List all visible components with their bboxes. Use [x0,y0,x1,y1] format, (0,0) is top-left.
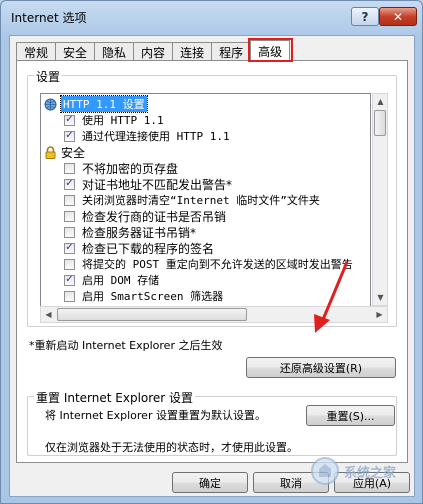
list-item-no-save-encrypted[interactable]: 不将加密的页存盘 [64,160,178,176]
tab-advanced[interactable]: 高级 [248,38,294,62]
vertical-scrollbar[interactable]: ▲ ▼ [372,93,388,306]
tab-programs[interactable]: 程序 [211,42,252,61]
list-item-post-redirect[interactable]: 将提交的 POST 重定向到不允许发送的区域时发出警告 [64,256,353,272]
scroll-left-arrow-icon[interactable]: ◀ [41,307,56,322]
tab-content[interactable]: 内容 [133,42,174,61]
list-item-label: 不将加密的页存盘 [82,161,179,176]
reset-description: 将 Internet Explorer 设置重置为默认设置。 [45,409,266,422]
reset-button[interactable]: 重置(S)... [306,405,395,426]
watermark: 系统之家 [310,456,396,486]
dialog-client-area: 常规 安全 隐私 内容 连接 程序 高级 设置 HTTP 1.1 设置 ✓ 使用… [9,35,415,497]
dialog-window: Internet 选项 ? ✕ 常规 安全 隐私 内容 连接 程序 高级 设置 … [0,0,423,504]
checkbox-unchecked[interactable] [64,210,75,222]
globe-icon [44,98,57,110]
restore-advanced-settings-button[interactable]: 还原高级设置(R) [246,357,396,378]
scroll-up-arrow-icon[interactable]: ▲ [373,94,388,109]
tab-connections[interactable]: 连接 [172,42,213,61]
horizontal-scroll-thumb[interactable] [57,308,247,321]
tab-privacy[interactable]: 隐私 [94,42,135,61]
list-item-security-header[interactable]: 安全 [44,144,85,160]
list-item-label: 对证书地址不匹配发出警告* [82,177,233,192]
close-button[interactable]: ✕ [379,7,417,26]
list-item-label: 启用 DOM 存储 [82,274,160,287]
reset-group-label: 重置 Internet Explorer 设置 [34,389,196,406]
checkbox-checked[interactable]: ✓ [64,130,75,142]
list-item-cert-mismatch[interactable]: ✓ 对证书地址不匹配发出警告* [64,176,232,192]
list-item-label: 安全 [61,145,86,160]
list-item-publisher-revocation[interactable]: 检查发行商的证书是否吊销 [64,208,226,224]
checkbox-checked[interactable]: ✓ [64,242,75,254]
watermark-text: 系统之家 [344,465,397,481]
settings-tree-list[interactable]: HTTP 1.1 设置 ✓ 使用 HTTP 1.1 ✓ 通过代理连接使用 HTT… [40,93,371,323]
checkbox-unchecked[interactable] [64,162,75,174]
settings-group: 设置 HTTP 1.1 设置 ✓ 使用 HTTP 1.1 ✓ 通过代理连接使用 … [27,68,397,327]
checkbox-unchecked[interactable] [64,258,75,270]
list-item-label: 通过代理连接使用 HTTP 1.1 [82,130,230,143]
list-item-proxy-http11[interactable]: ✓ 通过代理连接使用 HTTP 1.1 [64,128,230,144]
list-item-smartscreen[interactable]: 启用 SmartScreen 筛选器 [64,288,223,304]
checkbox-checked[interactable]: ✓ [64,114,75,126]
list-item-label: 启用 SmartScreen 筛选器 [82,290,224,303]
ok-button[interactable]: 确定 [172,472,248,493]
tab-strip: 常规 安全 隐私 内容 连接 程序 高级 [16,38,294,62]
advanced-tab-panel: 设置 HTTP 1.1 设置 ✓ 使用 HTTP 1.1 ✓ 通过代理连接使用 … [16,60,408,463]
checkbox-unchecked[interactable] [64,226,75,238]
list-item-server-revocation[interactable]: 检查服务器证书吊销* [64,224,196,240]
list-item-label: 检查服务器证书吊销* [82,225,197,240]
lock-icon [45,145,56,159]
list-item-http11-header[interactable]: HTTP 1.1 设置 [44,95,148,113]
list-item-label: 使用 HTTP 1.1 [82,114,164,127]
list-item-dom-storage[interactable]: ✓ 启用 DOM 存储 [64,272,159,288]
watermark-logo-icon [311,457,339,485]
list-item-label: HTTP 1.1 设置 [60,95,148,113]
reset-footer-note: 仅在浏览器处于无法使用的状态时，才使用此设置。 [45,441,298,454]
checkbox-checked[interactable]: ✓ [64,274,75,286]
window-title: Internet 选项 [11,11,87,25]
settings-group-label: 设置 [34,68,63,85]
list-item-label: 关闭浏览器时清空“Internet 临时文件”文件夹 [82,194,320,207]
tab-general[interactable]: 常规 [16,42,57,61]
checkbox-unchecked[interactable] [64,290,75,302]
list-item-check-signatures[interactable]: ✓ 检查已下载的程序的签名 [64,240,214,256]
list-item-label: 将提交的 POST 重定向到不允许发送的区域时发出警告 [82,258,353,271]
checkbox-unchecked[interactable] [64,194,75,206]
tab-security[interactable]: 安全 [55,42,96,61]
checkbox-checked[interactable]: ✓ [64,178,75,190]
scroll-down-arrow-icon[interactable]: ▼ [373,290,388,305]
scroll-right-arrow-icon[interactable]: ▶ [372,307,387,322]
list-item-label: 检查发行商的证书是否吊销 [82,209,227,224]
vertical-scroll-thumb[interactable] [374,110,386,136]
list-item-use-http11[interactable]: ✓ 使用 HTTP 1.1 [64,112,164,128]
horizontal-scrollbar[interactable]: ◀ ▶ [40,306,388,323]
restart-note: *重新启动 Internet Explorer 之后生效 [29,339,223,352]
list-item-label: 检查已下载的程序的签名 [82,241,215,256]
help-button[interactable]: ? [351,7,379,26]
list-item-empty-temp[interactable]: 关闭浏览器时清空“Internet 临时文件”文件夹 [64,192,320,208]
